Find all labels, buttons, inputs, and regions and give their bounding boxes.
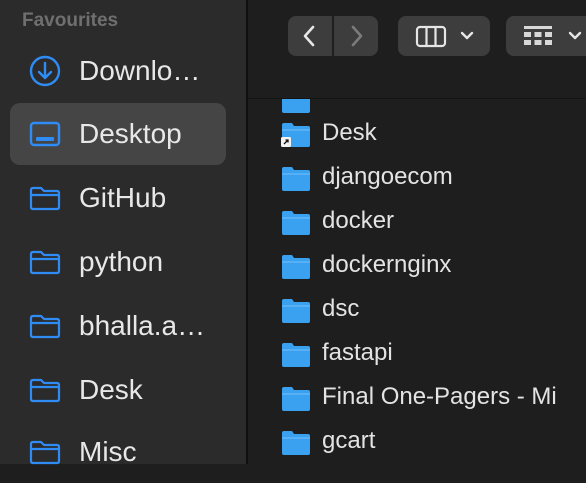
sidebar-item-label: Desktop bbox=[79, 118, 182, 149]
desktop-icon bbox=[29, 121, 61, 147]
sidebar-item-label: Desk bbox=[79, 374, 143, 405]
sidebar-item-misc[interactable]: Misc bbox=[10, 421, 226, 483]
sidebar-item-desk[interactable]: Desk bbox=[10, 359, 226, 421]
folder-icon bbox=[281, 88, 311, 114]
sidebar-item-label: bhalla.a… bbox=[79, 310, 206, 341]
list-item-final-one-pagers[interactable]: Final One-Pagers - Mi bbox=[248, 376, 586, 420]
sidebar-item-desktop[interactable]: Desktop bbox=[10, 103, 226, 165]
list-item-dsc[interactable]: dsc bbox=[248, 288, 586, 332]
sidebar-item-label: GitHub bbox=[79, 182, 167, 213]
file-name: Final One-Pagers - Mi bbox=[322, 383, 557, 410]
folder-icon bbox=[282, 431, 310, 455]
group-by-button[interactable] bbox=[506, 16, 586, 56]
favourites-heading: Favourites bbox=[22, 10, 119, 31]
folder-icon bbox=[282, 255, 310, 279]
file-name: Desk bbox=[322, 119, 377, 146]
list-item-djangoecom[interactable]: djangoecom bbox=[248, 156, 586, 200]
file-list-pane: Desk djangoecom docker dockernginx dsc f… bbox=[248, 0, 586, 464]
file-name: fastapi bbox=[322, 339, 393, 366]
back-button[interactable] bbox=[288, 16, 332, 56]
folder-icon bbox=[282, 387, 310, 411]
grid-group-icon bbox=[524, 26, 582, 45]
sidebar-item-bhalla[interactable]: bhalla.a… bbox=[10, 295, 226, 357]
folder-icon bbox=[282, 299, 310, 323]
chevron-left-icon bbox=[303, 25, 315, 47]
folder-icon bbox=[29, 186, 61, 211]
file-name: djangoecom bbox=[322, 163, 453, 190]
file-name: gcart bbox=[322, 427, 376, 454]
folder-icon bbox=[282, 167, 310, 191]
file-name: dockernginx bbox=[322, 251, 452, 278]
sidebar: Favourites Downlo… Desktop GitHub python… bbox=[0, 0, 246, 467]
sidebar-item-label: python bbox=[79, 246, 164, 277]
file-name: docker bbox=[322, 207, 395, 234]
sidebar-item-downloads[interactable]: Downlo… bbox=[10, 40, 226, 102]
list-item-desk[interactable]: Desk bbox=[248, 112, 586, 156]
view-mode-button[interactable] bbox=[398, 16, 490, 56]
folder-icon bbox=[29, 250, 61, 275]
list-item-fastapi[interactable]: fastapi bbox=[248, 332, 586, 376]
folder-icon bbox=[281, 123, 310, 147]
chevron-right-icon bbox=[351, 25, 363, 47]
file-name: dsc bbox=[322, 295, 360, 322]
sidebar-item-label: Downlo… bbox=[79, 55, 201, 86]
list-item-gcart[interactable]: gcart bbox=[248, 420, 586, 464]
folder-icon bbox=[29, 314, 61, 339]
sidebar-item-python[interactable]: python bbox=[10, 231, 226, 293]
columns-view-icon bbox=[415, 25, 474, 48]
folder-icon bbox=[282, 343, 310, 367]
list-item-docker[interactable]: docker bbox=[248, 200, 586, 244]
sidebar-item-github[interactable]: GitHub bbox=[10, 167, 226, 229]
download-icon bbox=[29, 55, 61, 87]
list-item-dockernginx[interactable]: dockernginx bbox=[248, 244, 586, 288]
forward-button[interactable] bbox=[334, 16, 378, 56]
folder-icon bbox=[282, 211, 310, 235]
folder-icon bbox=[29, 378, 61, 403]
